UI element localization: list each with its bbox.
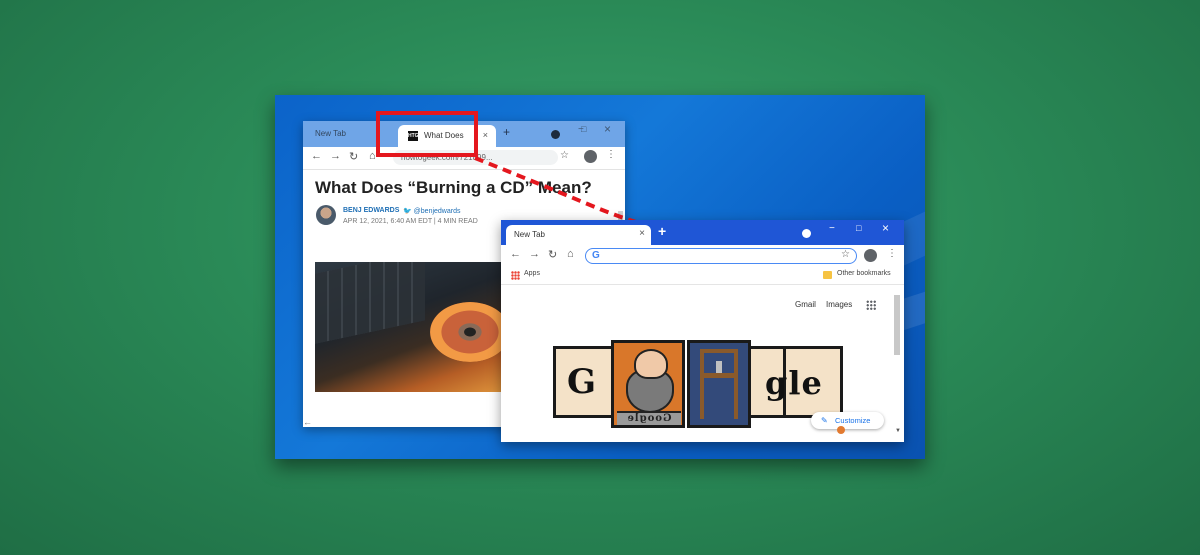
folder-icon[interactable] bbox=[823, 271, 832, 279]
twitter-handle-text: @benjedwards bbox=[413, 208, 461, 215]
home-button[interactable]: ⌂ bbox=[567, 248, 574, 260]
google-logo-icon: G bbox=[592, 250, 600, 261]
bookmarks-bar: Apps Other bookmarks bbox=[501, 267, 904, 285]
twitter-handle[interactable]: 🐦 @benjedwards bbox=[403, 207, 460, 215]
home-button[interactable]: ⌂ bbox=[369, 150, 376, 162]
back-arrow-icon[interactable]: ← bbox=[303, 417, 312, 427]
author-avatar bbox=[316, 205, 336, 225]
apps-bookmark[interactable]: Apps bbox=[524, 270, 540, 277]
google-doodle[interactable]: G Google gle bbox=[553, 340, 843, 428]
share-icon[interactable] bbox=[837, 426, 845, 434]
forward-button[interactable]: → bbox=[529, 248, 540, 260]
press-frame bbox=[700, 349, 738, 419]
customize-button[interactable]: ✎ Customize bbox=[811, 412, 884, 429]
new-tab-button[interactable]: + bbox=[503, 125, 510, 139]
maximize-button[interactable]: □ bbox=[856, 223, 861, 233]
tab-highlight-box bbox=[376, 111, 478, 157]
bookmark-star-icon[interactable]: ☆ bbox=[841, 249, 850, 260]
back-button[interactable]: ← bbox=[510, 248, 521, 260]
scroll-down-icon[interactable]: ▼ bbox=[895, 428, 901, 434]
forward-button[interactable]: → bbox=[330, 150, 341, 162]
account-avatar[interactable] bbox=[864, 249, 877, 262]
profile-badge-icon[interactable] bbox=[551, 130, 560, 139]
article-meta: APR 12, 2021, 6:40 AM EDT | 4 MIN READ bbox=[343, 218, 478, 225]
reload-button[interactable]: ↻ bbox=[548, 248, 557, 261]
doodle-letters-gle: gle bbox=[765, 364, 823, 402]
close-window-button[interactable]: × bbox=[882, 221, 889, 235]
other-bookmarks[interactable]: Other bookmarks bbox=[837, 270, 891, 277]
gmail-link[interactable]: Gmail bbox=[795, 300, 816, 309]
tab-new-tab[interactable]: New Tab × bbox=[506, 225, 651, 245]
profile-badge-icon[interactable] bbox=[802, 229, 811, 238]
back-button[interactable]: ← bbox=[311, 150, 322, 162]
scrollbar[interactable] bbox=[894, 295, 900, 355]
browser-toolbar: ← → ↻ ⌂ G ☆ ⋮ bbox=[501, 245, 904, 267]
close-tab-icon[interactable]: × bbox=[639, 228, 645, 239]
new-tab-button[interactable]: + bbox=[658, 223, 666, 239]
reload-button[interactable]: ↻ bbox=[349, 150, 358, 163]
burning-cd bbox=[430, 302, 510, 362]
doodle-letter-g: G bbox=[567, 362, 597, 402]
google-apps-icon[interactable] bbox=[866, 300, 876, 310]
maximize-button[interactable]: □ bbox=[581, 124, 586, 134]
address-bar[interactable]: G bbox=[585, 248, 857, 264]
hero-image bbox=[315, 262, 515, 392]
laptop-keyboard bbox=[315, 262, 425, 344]
author-name[interactable]: BENJ EDWARDS bbox=[343, 207, 399, 214]
doodle-printing-press bbox=[687, 340, 751, 428]
press-crossbar bbox=[700, 373, 738, 378]
tab-new-tab[interactable]: New Tab bbox=[309, 121, 352, 147]
pencil-icon: ✎ bbox=[821, 416, 828, 425]
doodle-gutenberg-portrait: Google bbox=[611, 340, 685, 428]
close-tab-icon[interactable]: × bbox=[483, 130, 488, 140]
menu-kebab-icon[interactable]: ⋮ bbox=[887, 248, 897, 259]
doodle-type-block: Google bbox=[617, 411, 681, 425]
close-window-button[interactable]: × bbox=[604, 122, 611, 136]
new-tab-browser-window: New Tab × + − □ × ← → ↻ ⌂ G ☆ ⋮ Apps Oth… bbox=[501, 220, 904, 442]
doodle-face bbox=[634, 349, 668, 379]
minimize-button[interactable]: − bbox=[829, 223, 835, 234]
tab-label: New Tab bbox=[514, 230, 545, 239]
tab-strip: New Tab × + − □ × bbox=[501, 220, 904, 245]
images-link[interactable]: Images bbox=[826, 300, 852, 309]
apps-grid-icon[interactable] bbox=[511, 271, 520, 280]
